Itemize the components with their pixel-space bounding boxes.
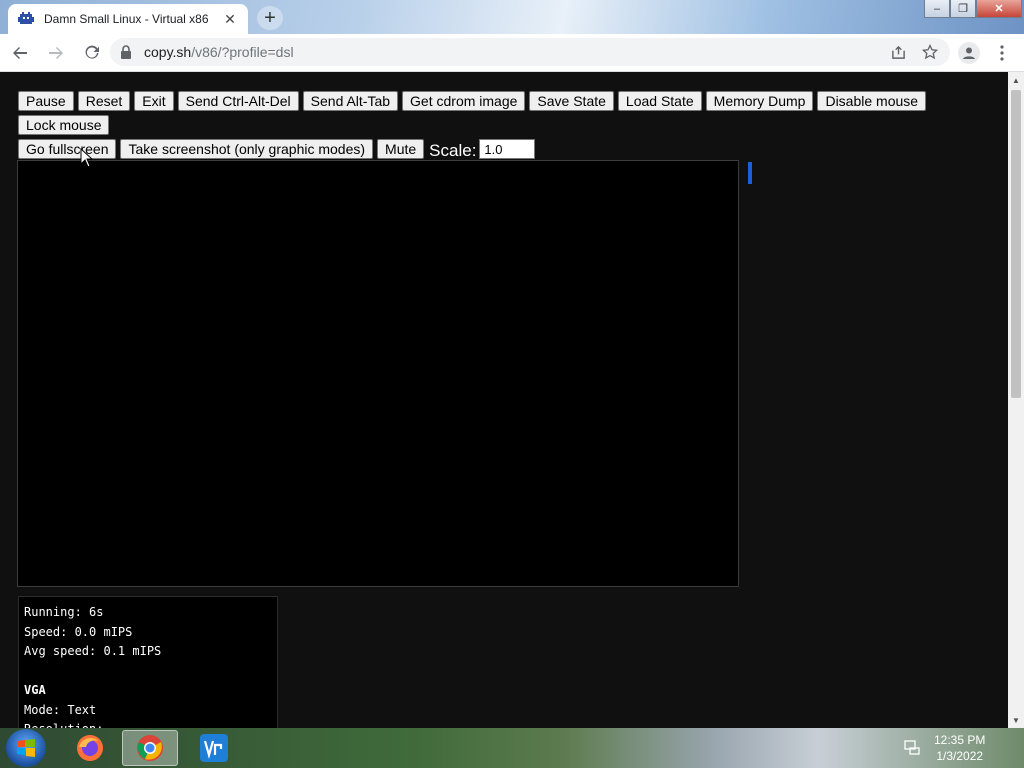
- clock-date: 1/3/2022: [936, 749, 984, 763]
- emulator-controls: Pause Reset Exit Send Ctrl-Alt-Del Send Alt-…: [18, 91, 998, 163]
- url-path: /v86/?profile=dsl: [191, 44, 294, 60]
- save-state-button[interactable]: Save State: [529, 91, 614, 111]
- forward-arrow-icon[interactable]: [40, 37, 72, 69]
- scale-input[interactable]: [479, 139, 536, 159]
- url-text: copy.sh/v86/?profile=dsl: [144, 44, 876, 60]
- emulator-screen[interactable]: [17, 160, 739, 587]
- reset-button[interactable]: Reset: [77, 91, 131, 111]
- emulator-info-panel: Running: 6s Speed: 0.0 mIPS Avg speed: 0…: [18, 596, 278, 728]
- windows-taskbar: 12:35 PM 1/3/2022: [0, 728, 1024, 768]
- load-state-button[interactable]: Load State: [617, 91, 702, 111]
- vnc-viewer-icon[interactable]: [186, 730, 242, 766]
- taskbar-clock[interactable]: 12:35 PM 1/3/2022: [934, 732, 985, 764]
- disable-mouse-button[interactable]: Disable mouse: [817, 91, 927, 111]
- browser-toolbar: copy.sh/v86/?profile=dsl: [0, 34, 1024, 72]
- scrollbar-thumb[interactable]: [1011, 90, 1021, 398]
- browser-menu-icon[interactable]: [994, 40, 1010, 66]
- vga-heading: VGA: [24, 683, 46, 697]
- mute-button[interactable]: Mute: [377, 139, 425, 159]
- take-screenshot-button[interactable]: Take screenshot (only graphic modes): [120, 139, 374, 159]
- window-close-button[interactable]: ✕: [976, 0, 1022, 18]
- exit-button[interactable]: Exit: [134, 91, 174, 111]
- vga-mode: Mode: Text: [24, 702, 97, 717]
- go-fullscreen-button[interactable]: Go fullscreen: [18, 139, 117, 159]
- tab-close-icon[interactable]: ✕: [222, 11, 238, 28]
- vga-resolution: Resolution:: [24, 720, 277, 728]
- url-host: copy.sh: [144, 44, 192, 60]
- profile-avatar-icon[interactable]: [958, 42, 980, 64]
- address-bar[interactable]: copy.sh/v86/?profile=dsl: [110, 38, 950, 66]
- speed-readout: Speed: 0.0 mIPS: [24, 624, 133, 639]
- avg-speed-readout: Avg speed: 0.1 mIPS: [24, 644, 162, 658]
- back-arrow-icon[interactable]: [4, 37, 36, 69]
- network-icon[interactable]: [904, 739, 920, 758]
- system-tray: 12:35 PM 1/3/2022: [904, 728, 1024, 768]
- browser-titlebar: Damn Small Linux - Virtual x86 ✕ + ‒ ❐ ✕: [0, 0, 1024, 34]
- minimize-button[interactable]: ‒: [924, 0, 950, 18]
- send-ctrl-alt-del-button[interactable]: Send Ctrl-Alt-Del: [177, 91, 299, 111]
- page-content: Pause Reset Exit Send Ctrl-Alt-Del Send Alt-…: [0, 72, 1008, 728]
- screen-cursor-marker: [748, 162, 752, 184]
- scroll-up-icon[interactable]: ▲: [1008, 72, 1024, 88]
- bookmark-star-icon[interactable]: [920, 42, 940, 62]
- lock-mouse-button[interactable]: Lock mouse: [18, 115, 110, 135]
- v86-favicon-icon: [18, 11, 34, 27]
- mouse-pointer-icon: [80, 147, 94, 171]
- firefox-icon[interactable]: [62, 730, 118, 766]
- scroll-down-icon[interactable]: ▼: [1008, 712, 1024, 728]
- send-alt-tab-button[interactable]: Send Alt-Tab: [302, 91, 399, 111]
- reload-icon[interactable]: [76, 37, 108, 69]
- page-scrollbar[interactable]: ▲ ▼: [1008, 72, 1024, 728]
- maximize-button[interactable]: ❐: [950, 0, 976, 18]
- get-cdrom-image-button[interactable]: Get cdrom image: [402, 91, 526, 111]
- window-controls: ‒ ❐ ✕: [924, 0, 1022, 20]
- browser-tab[interactable]: Damn Small Linux - Virtual x86 ✕: [8, 4, 248, 34]
- start-button-icon[interactable]: [6, 729, 46, 767]
- share-icon[interactable]: [888, 42, 908, 62]
- new-tab-button[interactable]: +: [257, 6, 283, 30]
- memory-dump-button[interactable]: Memory Dump: [705, 91, 814, 111]
- chrome-icon[interactable]: [122, 730, 178, 766]
- tab-title: Damn Small Linux - Virtual x86: [44, 12, 209, 26]
- scale-label: Scale:: [429, 141, 477, 160]
- pause-button[interactable]: Pause: [18, 91, 74, 111]
- clock-time: 12:35 PM: [934, 733, 986, 747]
- lock-icon[interactable]: [120, 45, 134, 59]
- running-time: Running: 6s: [24, 605, 104, 619]
